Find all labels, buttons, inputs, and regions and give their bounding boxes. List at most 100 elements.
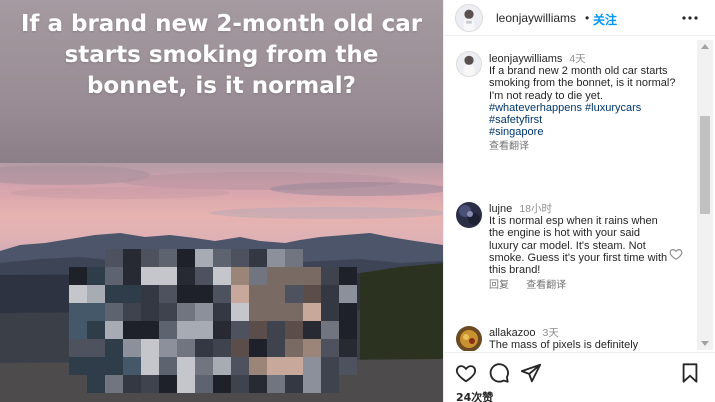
see-translation-link[interactable]: 查看翻译	[526, 280, 566, 291]
pixel-block	[231, 357, 249, 375]
pixel-block	[105, 339, 123, 357]
pixel-block	[195, 357, 213, 375]
pixel-block	[87, 357, 105, 375]
send-icon[interactable]	[520, 362, 542, 384]
pixel-block	[123, 339, 141, 357]
comment-item: allakazoo 3天 The mass of pixels is defin…	[489, 327, 689, 351]
pixel-block	[321, 357, 339, 375]
bookmark-icon[interactable]	[679, 362, 701, 384]
pixel-block	[141, 303, 159, 321]
pixel-block	[69, 267, 87, 285]
pixel-block	[249, 303, 267, 321]
comment-list: leonjaywilliams 4天 If a brand new 2 mont…	[444, 37, 694, 351]
pixel-block	[159, 321, 177, 339]
pixel-block	[177, 303, 195, 321]
pixel-block	[159, 267, 177, 285]
reply-link[interactable]: 回复	[489, 280, 509, 291]
pixel-block	[87, 267, 105, 285]
pixel-block	[249, 285, 267, 303]
pixel-block	[213, 249, 231, 267]
pixel-block	[141, 375, 159, 393]
pixel-block	[267, 267, 285, 285]
see-translation-link[interactable]: 查看翻译	[489, 141, 529, 152]
scroll-up-arrow-icon[interactable]	[701, 44, 709, 49]
hashtag-link[interactable]: #singapore	[489, 126, 543, 138]
author-username[interactable]: leonjaywilliams	[496, 11, 576, 25]
pixel-block	[339, 357, 357, 375]
comment-username[interactable]: leonjaywilliams	[489, 53, 562, 65]
commenter-avatar[interactable]	[456, 326, 482, 351]
pixel-block	[105, 267, 123, 285]
pixel-block	[267, 375, 285, 393]
pixel-block	[339, 339, 357, 357]
pixel-block	[123, 303, 141, 321]
pixel-block	[213, 303, 231, 321]
scroll-thumb[interactable]	[700, 116, 710, 214]
comment-time[interactable]: 3天	[543, 327, 559, 339]
pixel-block	[159, 303, 177, 321]
hashtag-link[interactable]: #safetyfirst	[489, 114, 542, 126]
pixel-block	[141, 339, 159, 357]
commenter-avatar[interactable]	[456, 202, 482, 228]
pixel-block	[195, 321, 213, 339]
pixel-block	[69, 321, 87, 339]
post-photo	[0, 163, 443, 402]
person-avatar-icon	[457, 52, 481, 76]
post-media[interactable]: If a brand new 2-month old car starts sm…	[0, 0, 443, 402]
pixel-block	[303, 357, 321, 375]
pixel-block	[285, 357, 303, 375]
pixel-block	[213, 357, 231, 375]
pixel-block	[141, 249, 159, 267]
more-horizontal-icon[interactable]	[680, 8, 700, 28]
pixel-block	[267, 321, 285, 339]
pixel-block	[231, 375, 249, 393]
hashtag-link[interactable]: #luxurycars	[585, 102, 641, 114]
pixel-block	[231, 321, 249, 339]
likes-count[interactable]: 24次赞	[456, 389, 493, 402]
pixel-block	[87, 321, 105, 339]
pixel-block	[123, 285, 141, 303]
pixel-block	[69, 303, 87, 321]
commenter-avatar[interactable]	[456, 51, 482, 77]
pixel-block	[177, 339, 195, 357]
pixel-block	[249, 375, 267, 393]
hashtag-link[interactable]: #whateverhappens	[489, 102, 582, 114]
author-avatar[interactable]	[455, 4, 483, 32]
pixel-block	[141, 267, 159, 285]
pixel-block	[87, 303, 105, 321]
comments-scrollbar[interactable]	[697, 40, 713, 350]
comment-username[interactable]: lujne	[489, 203, 512, 215]
pixel-block	[177, 321, 195, 339]
comment-time[interactable]: 18小时	[519, 203, 552, 215]
pixel-block	[285, 249, 303, 267]
pixel-block	[213, 285, 231, 303]
scroll-down-arrow-icon[interactable]	[701, 341, 709, 346]
pixel-block	[69, 357, 87, 375]
pixel-block	[303, 303, 321, 321]
pixel-block	[321, 267, 339, 285]
pixel-block	[231, 249, 249, 267]
pixel-block	[177, 357, 195, 375]
comment-username[interactable]: allakazoo	[489, 327, 535, 339]
comment-time[interactable]: 4天	[569, 53, 585, 65]
pixel-block	[285, 285, 303, 303]
pixel-block	[213, 339, 231, 357]
comment-like-heart-icon[interactable]	[669, 247, 683, 261]
pixel-block	[195, 267, 213, 285]
follow-button[interactable]: 关注	[593, 11, 617, 28]
pixel-block	[303, 375, 321, 393]
pixel-block	[231, 267, 249, 285]
pixel-block	[231, 285, 249, 303]
comment-icon[interactable]	[488, 362, 510, 384]
pixel-block	[123, 267, 141, 285]
post-header: leonjaywilliams • 关注	[444, 0, 715, 36]
pixel-block	[321, 285, 339, 303]
comment-item: lujne 18小时 It is normal esp when it rain…	[489, 203, 689, 292]
pixel-block	[69, 339, 87, 357]
pixel-block	[195, 339, 213, 357]
pixel-block	[285, 375, 303, 393]
pixel-block	[321, 339, 339, 357]
heart-icon[interactable]	[455, 362, 477, 384]
pixel-block	[231, 339, 249, 357]
pixel-block	[195, 249, 213, 267]
